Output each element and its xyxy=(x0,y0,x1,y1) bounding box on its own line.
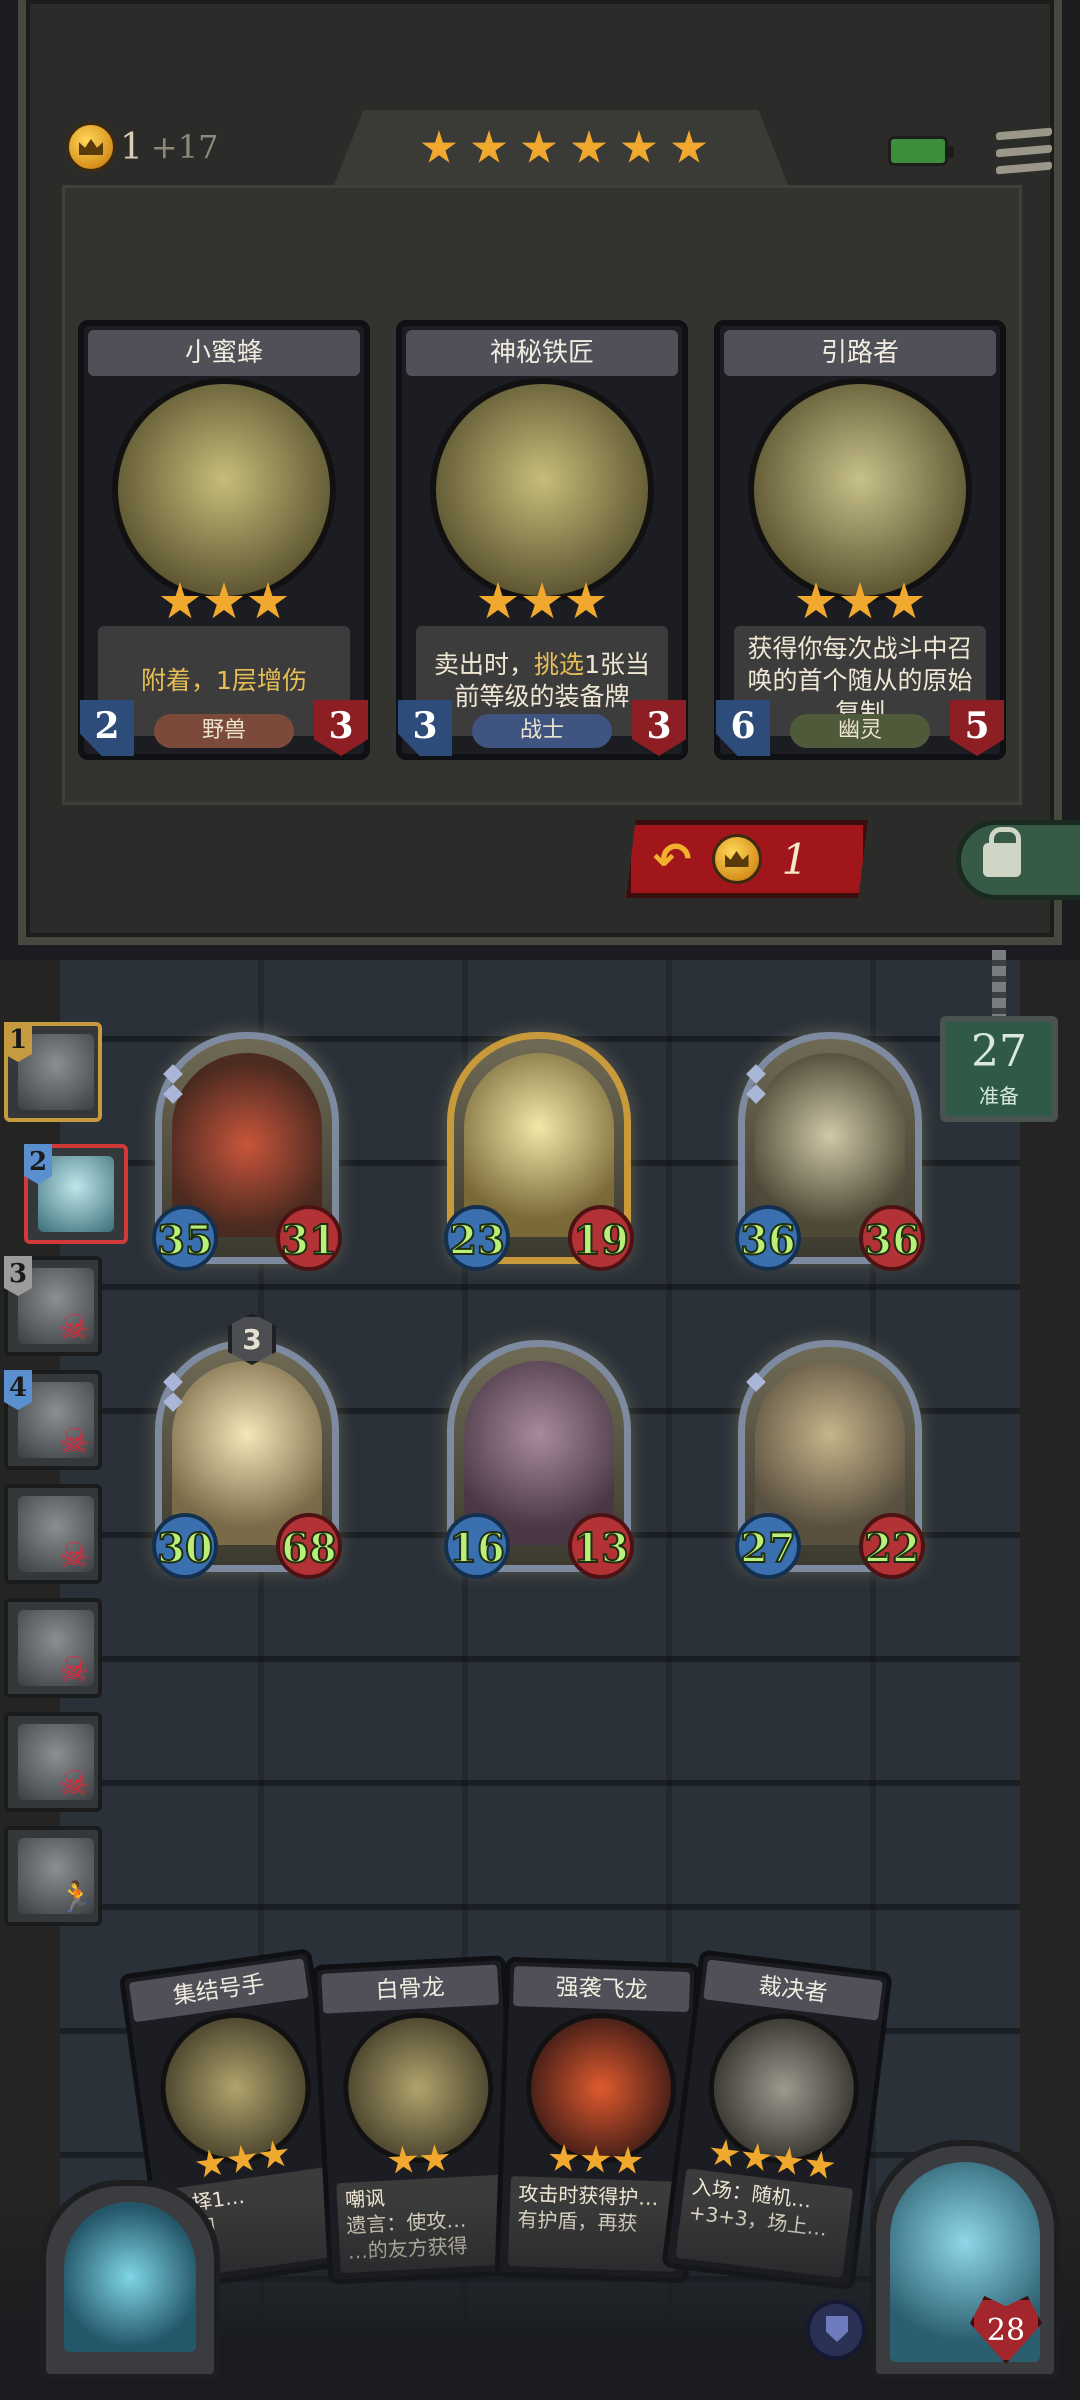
board-minion[interactable]: 16 13 xyxy=(444,1340,634,1579)
minion-health: 22 xyxy=(859,1513,925,1579)
shop-card[interactable]: 小蜜蜂 附着，1层增伤 野兽 2 3 xyxy=(78,320,370,760)
board-minion[interactable]: 3 30 68 xyxy=(152,1313,342,1579)
rank-badge: 2 xyxy=(24,1144,52,1184)
card-stars xyxy=(84,582,364,622)
menu-button[interactable] xyxy=(996,125,1052,177)
board-minion[interactable]: 23 19 xyxy=(444,1032,634,1271)
attack-stat: 6 xyxy=(716,700,770,756)
skull-icon: ☠ xyxy=(58,1536,90,1576)
card-name: 裁决者 xyxy=(703,1959,883,2021)
turn-number: 27 xyxy=(971,1026,1027,1077)
gold-income: +17 xyxy=(150,128,219,166)
hero-portrait[interactable] xyxy=(870,2140,1060,2380)
health-stat: 3 xyxy=(314,700,368,756)
shield-icon xyxy=(806,2300,866,2360)
minion-attack: 35 xyxy=(152,1205,218,1271)
card-stars xyxy=(720,582,1000,622)
star-icon xyxy=(571,130,607,163)
tavern-tier-stars xyxy=(421,130,707,166)
blacksmith-portrait xyxy=(430,378,654,602)
player-slot[interactable]: 1 xyxy=(4,1022,102,1122)
star-icon xyxy=(421,130,457,163)
board-minion[interactable]: 27 22 xyxy=(735,1340,925,1579)
battery-icon xyxy=(888,136,954,166)
player-slot[interactable]: ☠ xyxy=(4,1484,102,1584)
chain-decoration xyxy=(992,950,1006,1016)
minion-health: 31 xyxy=(276,1205,342,1271)
attack-stat: 3 xyxy=(398,700,452,756)
player-slot[interactable]: 🏃 xyxy=(4,1826,102,1926)
minion-health: 19 xyxy=(568,1205,634,1271)
player-slot[interactable]: ☠ xyxy=(4,1598,102,1698)
shop-card[interactable]: 引路者 获得你每次战斗中召唤的首个随从的原始复制 幽灵 6 5 xyxy=(714,320,1006,760)
minion-attack: 27 xyxy=(735,1513,801,1579)
tribe-badge: 幽灵 xyxy=(790,714,930,748)
minion-attack: 16 xyxy=(444,1513,510,1579)
phase-label: 准备 xyxy=(979,1084,1019,1108)
star-icon xyxy=(671,130,707,163)
shop-card[interactable]: 神秘铁匠 卖出时，挑选1张当前等级的装备牌 战士 3 3 xyxy=(396,320,688,760)
attack-stat: 2 xyxy=(80,700,134,756)
lock-icon xyxy=(983,827,1021,877)
card-stars xyxy=(402,582,682,622)
reroll-cost: 1 xyxy=(781,834,809,884)
minion-attack: 23 xyxy=(444,1205,510,1271)
skull-icon: ☠ xyxy=(58,1422,90,1462)
skull-icon: ☠ xyxy=(58,1308,90,1348)
star-icon xyxy=(521,130,557,163)
card-name: 小蜜蜂 xyxy=(88,330,360,376)
skull-icon: ☠ xyxy=(58,1650,90,1690)
reroll-button[interactable]: ↶ 1 xyxy=(626,820,868,898)
hero-power-button[interactable] xyxy=(40,2180,220,2380)
card-name: 白骨龙 xyxy=(321,1964,500,2014)
player-slot-self[interactable]: 2 xyxy=(24,1144,128,1244)
player-slot[interactable]: ☠ xyxy=(4,1712,102,1812)
skull-icon: ☠ xyxy=(58,1764,90,1804)
tribe-badge: 战士 xyxy=(472,714,612,748)
star-icon xyxy=(471,130,507,163)
minion-attack: 30 xyxy=(152,1513,218,1579)
ghost-portrait xyxy=(748,378,972,602)
gold-amount: 1 xyxy=(120,126,143,168)
minion-health: 36 xyxy=(859,1205,925,1271)
gold-counter: 1 +17 xyxy=(66,122,218,172)
bee-portrait xyxy=(112,378,336,602)
turn-counter: 27 准备 xyxy=(940,1016,1058,1122)
health-stat: 3 xyxy=(632,700,686,756)
card-name: 神秘铁匠 xyxy=(406,330,678,376)
board-minion[interactable]: 35 31 xyxy=(152,1032,342,1271)
tribe-badge: 野兽 xyxy=(154,714,294,748)
rank-badge: 3 xyxy=(4,1256,32,1296)
hero-power-icon xyxy=(64,2202,196,2352)
flee-icon: 🏃 xyxy=(58,1880,96,1915)
player-slot[interactable]: 3 ☠ xyxy=(4,1256,102,1356)
minion-health: 13 xyxy=(568,1513,634,1579)
shop-panel: 1 +17 小蜜蜂 附着，1层增伤 野兽 2 3 神秘铁匠 卖出时，挑选1张当前… xyxy=(18,0,1080,945)
rank-badge: 4 xyxy=(4,1370,32,1410)
player-slot[interactable]: 4 ☠ xyxy=(4,1370,102,1470)
card-name: 强袭飞龙 xyxy=(512,1966,691,2013)
health-stat: 5 xyxy=(950,700,1004,756)
freeze-shop-button[interactable] xyxy=(956,820,1080,900)
board-minion[interactable]: 36 36 xyxy=(735,1032,925,1271)
rank-badge: 1 xyxy=(4,1022,32,1062)
minion-health: 68 xyxy=(276,1513,342,1579)
card-name: 引路者 xyxy=(724,330,996,376)
refresh-icon: ↶ xyxy=(653,832,692,886)
gold-coin-icon xyxy=(66,122,116,172)
minion-attack: 36 xyxy=(735,1205,801,1271)
star-icon xyxy=(621,130,657,163)
gold-coin-icon xyxy=(711,834,762,884)
